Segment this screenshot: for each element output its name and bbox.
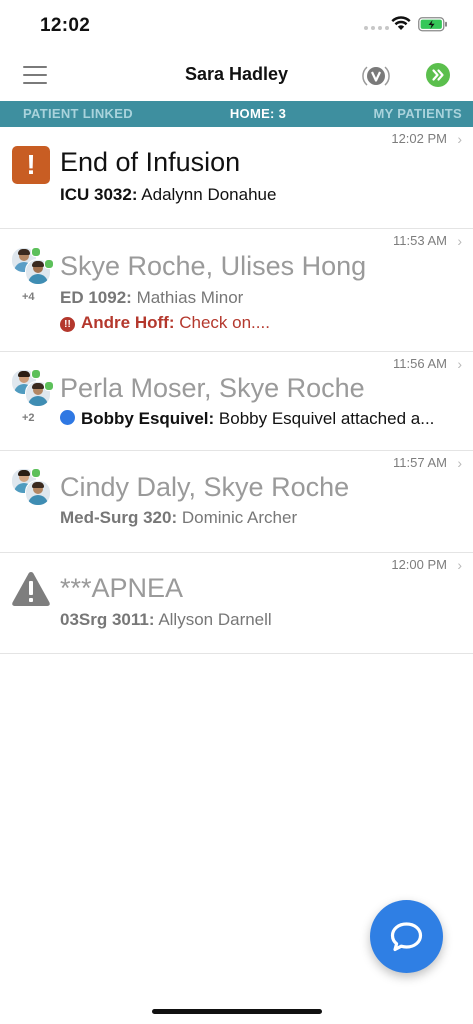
tab-home[interactable]: HOME: 3 [193,101,323,127]
patient-name: Dominic Archer [181,508,298,527]
unread-dot-icon [60,410,75,425]
row-title: ***APNEA [60,573,184,603]
participant-count: +4 [22,291,35,303]
page-title: Sara Hadley [184,64,289,84]
chat-bubble-icon [390,922,423,952]
message-sender: Bobby Esquivel: [81,409,215,428]
chevron-right-icon: › [457,131,462,147]
room-label: ICU 3032: [60,185,138,204]
urgent-icon: !! [60,317,75,332]
patient-name: Allyson Darnell [158,610,272,629]
chevron-right-icon: › [457,233,462,249]
row-time: 11:53 AM [393,233,447,248]
status-time: 12:02 [40,15,91,36]
tab-bar: PATIENT LINKED HOME: 3 MY PATIENTS [0,101,473,127]
forward-arrows-icon[interactable] [425,62,451,88]
tab-my-patients[interactable]: MY PATIENTS [323,101,473,127]
status-bar: 12:02 [0,0,473,50]
avatar-group [11,468,51,508]
list-item[interactable]: 12:02 PM › ! End of Infusion ICU 3032: A… [0,127,473,229]
online-status-icon [31,468,41,478]
avatar [25,480,51,506]
patient-name: Mathias Minor [136,288,244,307]
online-status-icon [31,247,41,257]
row-time: 11:56 AM [393,356,447,371]
message-preview: Bobby Esquivel: Bobby Esquivel attached … [60,409,460,429]
room-label: ED 1092: [60,288,132,307]
row-subtitle: ED 1092: Mathias Minor [60,288,243,308]
online-status-icon [44,381,54,391]
battery-icon [418,17,447,32]
row-title: Perla Moser, Skye Roche [60,373,365,403]
tab-patient-linked[interactable]: PATIENT LINKED [0,101,193,127]
chevron-right-icon: › [457,557,462,573]
room-label: 03Srg 3011: [60,610,155,629]
online-status-icon [44,259,54,269]
participant-count: +2 [22,412,35,424]
new-message-button[interactable] [370,900,443,973]
chevron-right-icon: › [457,356,462,372]
message-preview: !! Andre Hoff: Check on.... [60,313,460,333]
list-item[interactable]: 11:56 AM › +2 Perla Moser, Skye Roche Bo… [0,352,473,451]
row-time: 12:02 PM [391,131,447,146]
row-time: 12:00 PM [391,557,447,572]
list-item[interactable]: 12:00 PM › ***APNEA 03Srg 3011: Allyson … [0,553,473,654]
patient-name: Adalynn Donahue [141,185,277,204]
warning-triangle-icon [12,572,50,606]
chevron-right-icon: › [457,455,462,471]
row-title: Skye Roche, Ulises Hong [60,251,367,281]
row-subtitle: 03Srg 3011: Allyson Darnell [60,610,272,630]
list-item[interactable]: 11:57 AM › Cindy Daly, Skye Roche Med-Su… [0,451,473,553]
row-title: End of Infusion [60,147,241,177]
nav-bar: Sara Hadley [0,50,473,101]
online-status-icon [31,369,41,379]
row-subtitle: ICU 3032: Adalynn Donahue [60,185,276,205]
message-sender: Andre Hoff: [81,313,175,332]
avatar-group [11,247,54,287]
row-time: 11:57 AM [393,455,447,470]
row-subtitle: Med-Surg 320: Dominic Archer [60,508,297,528]
signal-icon [364,26,389,30]
avatar-group [11,369,54,409]
wifi-icon [391,16,411,30]
list-item[interactable]: 11:53 AM › +4 Skye Roche, Ulises Hong ED… [0,229,473,352]
home-indicator [152,1009,322,1014]
vocera-badge-icon[interactable] [361,62,391,90]
alert-orange-icon: ! [12,146,50,184]
message-text: Bobby Esquivel attached a... [218,409,435,428]
conversation-list: 12:02 PM › ! End of Infusion ICU 3032: A… [0,127,473,654]
row-title: Cindy Daly, Skye Roche [60,472,350,502]
message-text: Check on.... [179,313,270,332]
room-label: Med-Surg 320: [60,508,178,527]
